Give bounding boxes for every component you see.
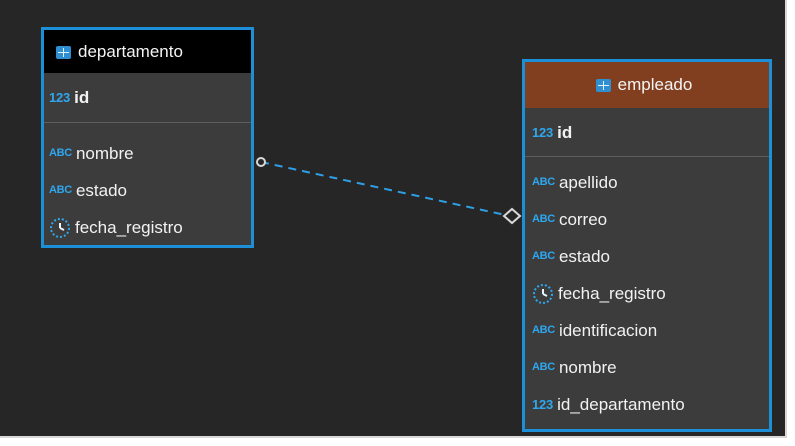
table-icon	[56, 45, 71, 59]
entity-title: departamento	[78, 42, 183, 61]
relationship-connector	[260, 161, 511, 217]
column-row[interactable]: ABC estado	[44, 172, 251, 209]
column-name: apellido	[558, 173, 618, 192]
entity-header[interactable]: departamento	[44, 30, 251, 73]
column-row[interactable]: ABC apellido	[525, 164, 769, 201]
string-icon: ABC	[49, 147, 72, 159]
integer-icon: 123	[49, 90, 71, 105]
column-name: estado	[75, 181, 127, 200]
entity-empleado[interactable]: empleado 123 id ABC apellido ABC correo …	[522, 59, 772, 432]
entity-title: empleado	[617, 75, 693, 94]
string-icon: ABC	[532, 324, 555, 336]
column-name: id_departamento	[557, 395, 685, 414]
entity-header[interactable]: empleado	[525, 62, 769, 108]
entity-departamento[interactable]: departamento 123 id ABC nombre ABC estad…	[41, 27, 254, 248]
string-icon: ABC	[532, 176, 555, 188]
column-name: id	[74, 88, 90, 107]
attribute-list: ABC apellido ABC correo ABC estado fecha…	[525, 157, 769, 423]
column-row[interactable]: fecha_registro	[44, 209, 251, 246]
string-icon: ABC	[49, 184, 72, 196]
column-name: nombre	[75, 144, 134, 163]
primary-key-row[interactable]: 123 id	[525, 108, 769, 157]
string-icon: ABC	[532, 361, 555, 373]
primary-key-row[interactable]: 123 id	[44, 73, 251, 123]
column-row[interactable]: ABC estado	[525, 238, 769, 275]
column-name: nombre	[558, 358, 617, 377]
column-name: identificacion	[558, 321, 658, 340]
table-icon	[595, 78, 611, 92]
column-name: fecha_registro	[558, 284, 666, 303]
timestamp-icon	[533, 283, 553, 304]
column-name: correo	[558, 210, 608, 229]
column-name: id	[557, 122, 573, 142]
column-row[interactable]: fecha_registro	[525, 275, 769, 312]
column-name: estado	[558, 247, 610, 266]
column-name: fecha_registro	[75, 218, 183, 237]
string-icon: ABC	[532, 213, 555, 225]
diagram-canvas: departamento 123 id ABC nombre ABC estad…	[0, 0, 787, 438]
integer-icon: 123	[532, 124, 554, 140]
attribute-list: ABC nombre ABC estado fecha_registro	[44, 123, 251, 246]
column-row[interactable]: ABC nombre	[525, 349, 769, 386]
relationship-start-marker	[256, 157, 266, 167]
relationship-end-marker	[502, 207, 522, 225]
column-row[interactable]: ABC correo	[525, 201, 769, 238]
column-row[interactable]: ABC nombre	[44, 135, 251, 172]
column-row[interactable]: ABC identificacion	[525, 312, 769, 349]
integer-icon: 123	[532, 397, 554, 412]
column-row[interactable]: 123 id_departamento	[525, 386, 769, 423]
timestamp-icon	[50, 217, 70, 238]
string-icon: ABC	[532, 250, 555, 262]
